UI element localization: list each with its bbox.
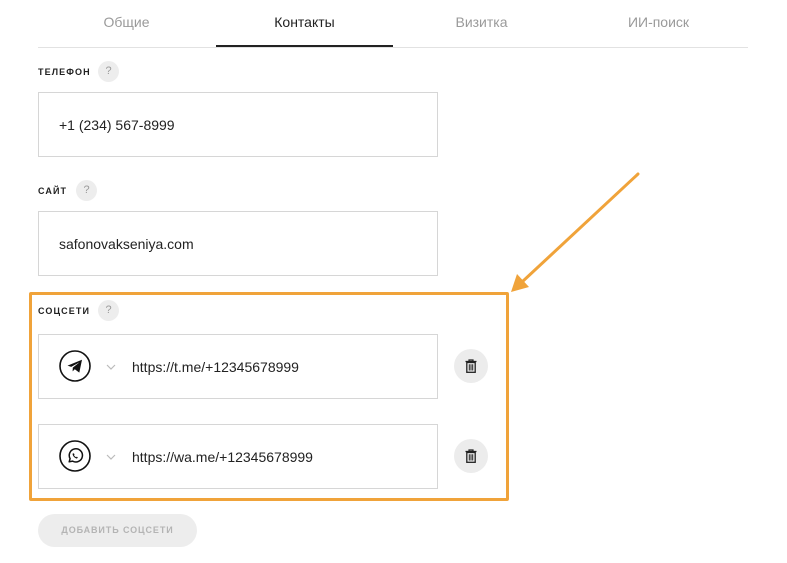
annotation-arrow-icon — [511, 172, 640, 292]
